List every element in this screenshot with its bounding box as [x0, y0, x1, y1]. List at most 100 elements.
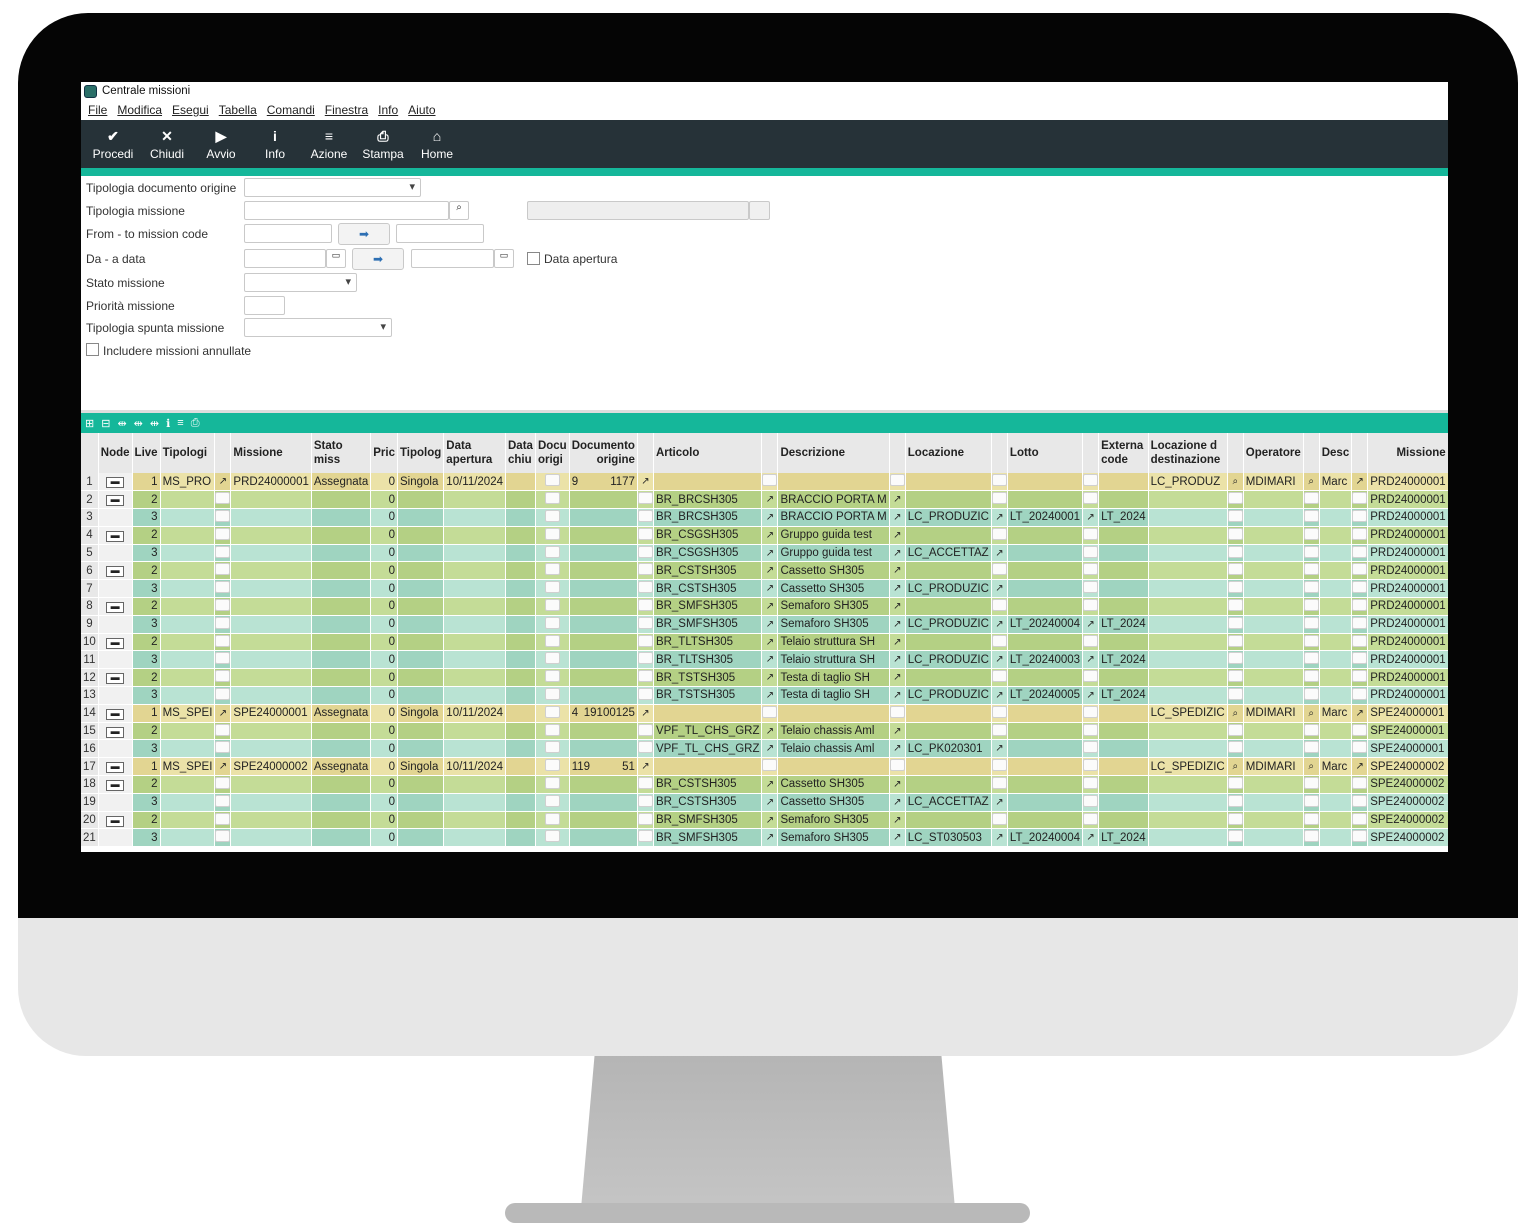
cell-button[interactable]: [991, 634, 1007, 647]
open-link-icon[interactable]: [1351, 793, 1369, 812]
open-link-icon[interactable]: ↗: [991, 739, 1008, 759]
cell-button[interactable]: [1083, 545, 1098, 558]
column-header[interactable]: Locazione d destinazione: [1148, 433, 1228, 473]
desc-cell[interactable]: BRACCIO PORTA M: [777, 508, 890, 527]
node-cell[interactable]: [98, 739, 133, 759]
column-header[interactable]: Data apertura: [443, 433, 506, 473]
lookup-icon[interactable]: [1303, 508, 1320, 527]
cell-button[interactable]: [1083, 670, 1098, 683]
lvl-cell[interactable]: 2: [132, 722, 161, 741]
cell-button[interactable]: [535, 508, 570, 527]
oper-cell[interactable]: MDIMARI: [1243, 473, 1304, 492]
lvl-cell[interactable]: 3: [132, 544, 161, 563]
cell-button[interactable]: [215, 812, 230, 825]
node-cell[interactable]: ▬: [98, 633, 133, 652]
cell-button[interactable]: [1227, 545, 1243, 558]
open-link-icon[interactable]: [761, 473, 779, 492]
priorita-missione-input[interactable]: [244, 296, 285, 315]
cell-button[interactable]: [1303, 812, 1319, 825]
table-row[interactable]: 18 ▬ 2 0 BR_CSTSH305 ↗ Cassetto SH305 ↗ SPE24000…: [81, 775, 1448, 794]
pri-cell[interactable]: 0: [370, 811, 398, 830]
art-cell[interactable]: BR_CSTSH305: [653, 561, 763, 581]
open-link-icon[interactable]: [991, 490, 1008, 510]
open-link-icon[interactable]: [637, 526, 654, 545]
cell-button[interactable]: [215, 492, 230, 505]
open-link-icon[interactable]: [1351, 739, 1369, 759]
list-icon[interactable]: ≡: [177, 417, 183, 429]
pri-cell[interactable]: 0: [370, 722, 398, 741]
tip-cell[interactable]: [160, 508, 216, 527]
lotto-cell[interactable]: [1007, 526, 1084, 545]
lvl-cell[interactable]: 3: [132, 615, 161, 634]
cell-button[interactable]: [535, 704, 570, 723]
cell-button[interactable]: [1303, 563, 1319, 576]
tipologia-missione-input[interactable]: [244, 201, 449, 220]
collapse-node-icon[interactable]: ▬: [106, 601, 125, 613]
cell-button-box[interactable]: [544, 509, 560, 522]
expand-icon[interactable]: ⊞: [85, 417, 94, 430]
cell-button[interactable]: [215, 581, 230, 594]
cell-button[interactable]: [215, 598, 230, 611]
ext-cell[interactable]: [1098, 704, 1149, 723]
documento-origine-cell[interactable]: [569, 793, 638, 812]
open-link-icon[interactable]: ↗: [214, 473, 232, 492]
stato-cell[interactable]: [311, 775, 372, 794]
toolbar-button-1[interactable]: ✕ Chiudi: [140, 120, 194, 168]
cell-button[interactable]: [535, 811, 570, 830]
cell-button[interactable]: [637, 723, 653, 736]
ext-cell[interactable]: [1098, 633, 1149, 652]
documento-origine-cell[interactable]: [569, 686, 638, 705]
stato-cell[interactable]: [311, 579, 372, 599]
stato-cell[interactable]: [311, 508, 372, 527]
loc-cell[interactable]: [905, 526, 992, 545]
lookup-icon[interactable]: [1303, 793, 1320, 812]
art-cell[interactable]: BR_CSTSH305: [653, 775, 763, 794]
loc-cell[interactable]: [905, 633, 992, 652]
dsc-cell[interactable]: Marc: [1319, 473, 1353, 492]
open-link-icon[interactable]: [991, 722, 1008, 741]
lookup-icon[interactable]: [1303, 722, 1320, 741]
open-link-icon[interactable]: ↗: [761, 526, 779, 545]
art-cell[interactable]: BR_SMFSH305: [653, 597, 763, 616]
cell-button-box[interactable]: [544, 776, 560, 789]
documento-origine-cell[interactable]: [569, 633, 638, 652]
art-cell[interactable]: VPF_TL_CHS_GRZ: [653, 739, 763, 759]
cell-button[interactable]: [1227, 830, 1243, 843]
documento-origine-cell[interactable]: [569, 544, 638, 563]
node-cell[interactable]: [98, 508, 133, 527]
open-link-icon[interactable]: ↗: [761, 561, 779, 581]
oper-cell[interactable]: [1243, 686, 1304, 705]
cell-button[interactable]: [1227, 652, 1243, 665]
open-link-icon[interactable]: ↗: [889, 490, 906, 510]
open-link-icon[interactable]: ↗: [637, 704, 654, 723]
open-link-icon[interactable]: [637, 650, 654, 670]
open-link-icon[interactable]: ↗: [889, 793, 906, 812]
mis-cell[interactable]: [230, 793, 312, 812]
lotto-cell[interactable]: LT_20240004: [1007, 615, 1084, 634]
lotto-cell[interactable]: [1007, 579, 1084, 599]
dsc-cell[interactable]: [1319, 633, 1353, 652]
desc-cell[interactable]: Testa di taglio SH: [777, 668, 890, 688]
locd-cell[interactable]: [1148, 633, 1228, 652]
menu-item-5[interactable]: Finestra: [325, 103, 368, 117]
open-link-icon[interactable]: [991, 811, 1008, 830]
pri-cell[interactable]: 0: [370, 544, 398, 563]
cell-button[interactable]: [1227, 598, 1243, 611]
oper-cell[interactable]: [1243, 561, 1304, 581]
ext-cell[interactable]: LT_2024: [1098, 650, 1149, 670]
desc-cell[interactable]: [777, 757, 890, 777]
cell-button[interactable]: [1083, 474, 1098, 487]
cell-button[interactable]: [637, 687, 653, 700]
search-icon[interactable]: ⌕: [449, 201, 469, 220]
tipol-cell[interactable]: [397, 544, 445, 563]
open-link-icon[interactable]: [214, 650, 232, 670]
pri-cell[interactable]: 0: [370, 508, 398, 527]
column-header[interactable]: Pric: [370, 433, 398, 473]
dsc-cell[interactable]: [1319, 490, 1353, 510]
open-link-icon[interactable]: ↗: [991, 650, 1008, 670]
open-link-icon[interactable]: [889, 473, 906, 492]
dsc-cell[interactable]: [1319, 650, 1353, 670]
cell-button[interactable]: [991, 598, 1007, 611]
loc-cell[interactable]: [905, 668, 992, 688]
collapse-node-icon[interactable]: ▬: [106, 708, 125, 720]
